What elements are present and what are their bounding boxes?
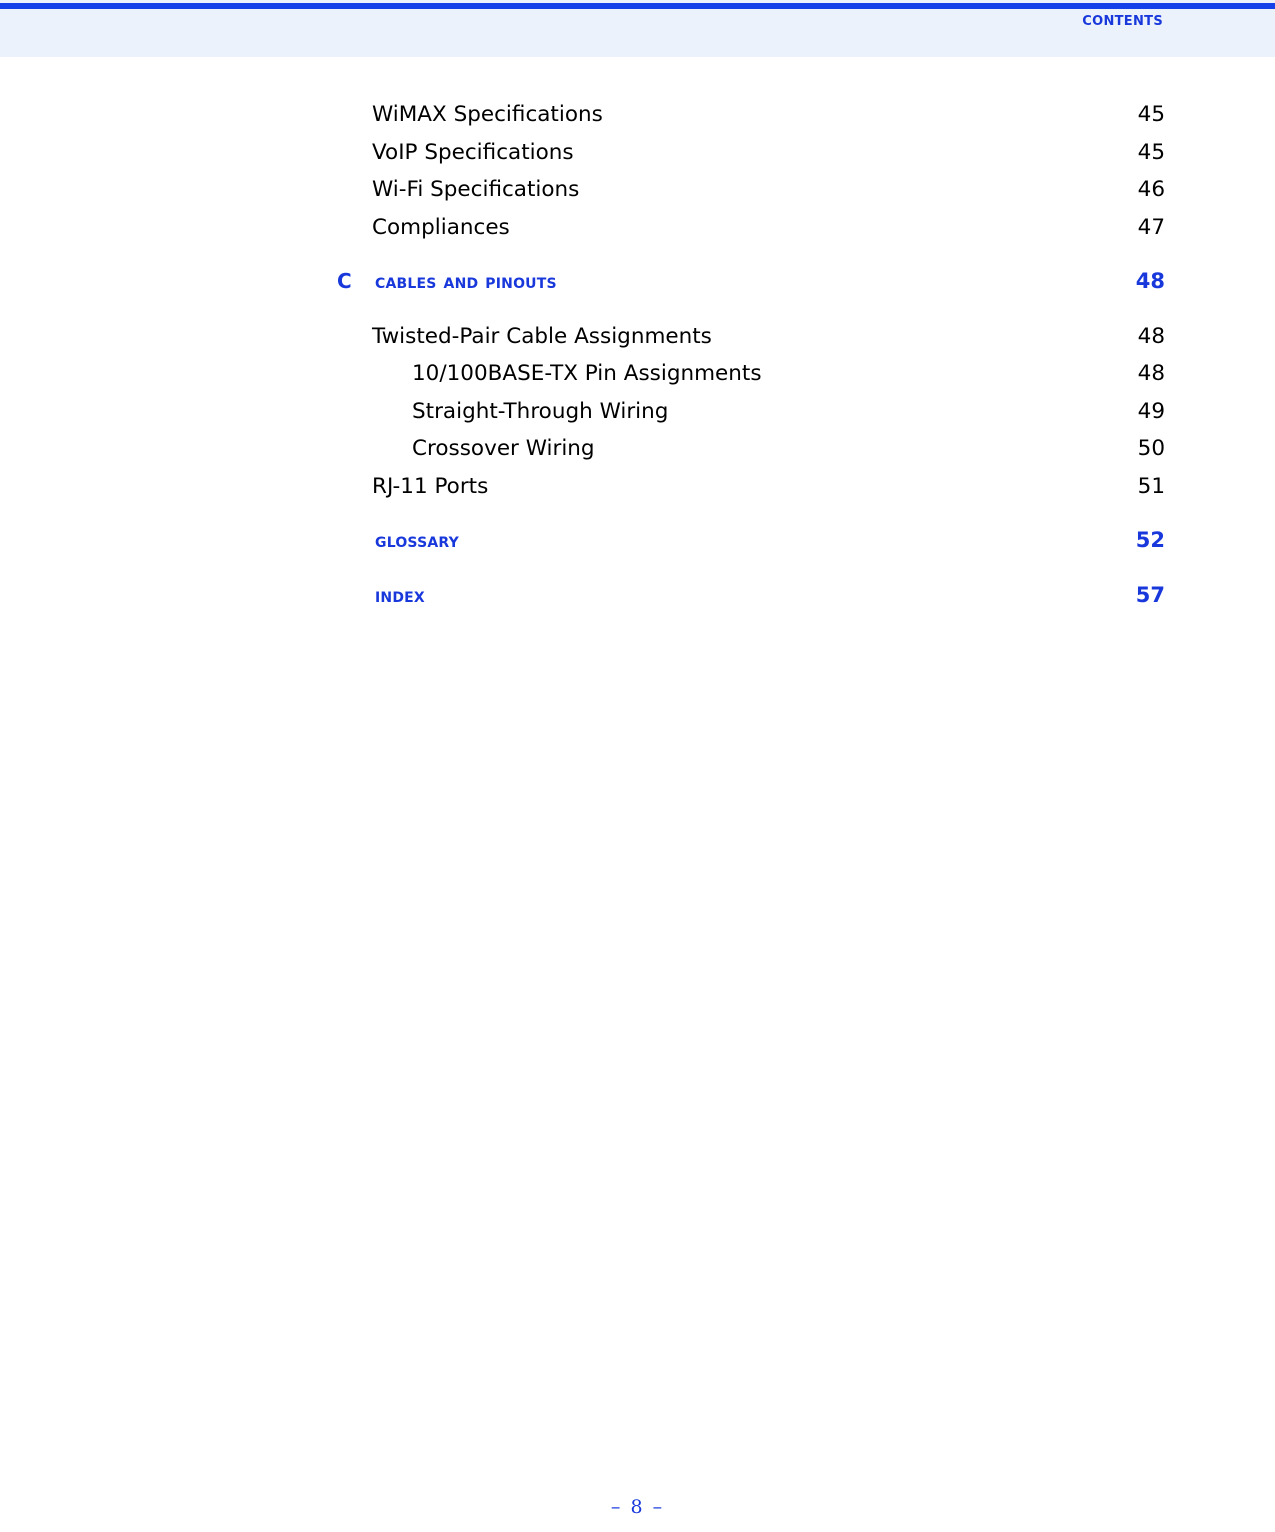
toc-entry-row[interactable]: Crossover Wiring 50 <box>330 430 1165 468</box>
toc-entry-label: VoIP Specifications <box>372 139 574 165</box>
toc-entry-row[interactable]: VoIP Specifications 45 <box>330 134 1165 172</box>
toc-entry-page-number: 48 <box>1137 323 1165 349</box>
toc-entry-page-number: 49 <box>1137 398 1165 424</box>
toc-entry-row[interactable]: Compliances 47 <box>330 209 1165 247</box>
toc-entry-row[interactable]: Wi-Fi Specifications 46 <box>330 171 1165 209</box>
toc-entry-label: Straight-Through Wiring <box>412 398 669 424</box>
toc-entry-label: WiMAX Specifications <box>372 102 603 127</box>
toc-chapter-letter: C <box>337 269 352 293</box>
toc-entry-page-number: 45 <box>1137 139 1165 165</box>
toc-entry-label: RJ-11 Ports <box>372 473 489 499</box>
page-footer: – 8 – <box>0 1496 1275 1518</box>
toc-heading-row[interactable]: Glossary 52 <box>330 522 1165 560</box>
toc-entry-label: Compliances <box>372 214 510 240</box>
toc-entry-page-number: 46 <box>1137 177 1165 202</box>
toc-entry-label: 10/100BASE-TX Pin Assignments <box>412 361 762 386</box>
toc-entry-row[interactable]: Straight-Through Wiring 49 <box>330 393 1165 431</box>
toc-entry-page-number: 45 <box>1137 102 1165 127</box>
toc-heading-row[interactable]: Index 57 <box>330 577 1165 615</box>
toc-entry-row[interactable]: 10/100BASE-TX Pin Assignments 48 <box>330 355 1165 393</box>
toc-entry-page-number: 48 <box>1135 269 1165 293</box>
toc-entry-label: Glossary <box>375 529 459 552</box>
toc-entry-row[interactable]: RJ-11 Ports 51 <box>330 468 1165 506</box>
table-of-contents: WiMAX Specifications 45 VoIP Specification… <box>330 96 1165 614</box>
toc-entry-label: Crossover Wiring <box>412 436 595 461</box>
toc-entry-page-number: 50 <box>1137 436 1165 461</box>
toc-entry-page-number: 47 <box>1137 214 1165 240</box>
page-number: – 8 – <box>610 1496 665 1518</box>
toc-entry-label: Index <box>375 583 425 607</box>
toc-entry-label: Twisted-Pair Cable Assignments <box>372 323 712 349</box>
page-title: Contents <box>1082 8 1163 30</box>
toc-entry-row[interactable]: Twisted-Pair Cable Assignments 48 <box>330 318 1165 356</box>
toc-entry-page-number: 48 <box>1137 361 1165 386</box>
toc-entry-page-number: 52 <box>1135 528 1165 552</box>
page-header: Contents <box>0 0 1275 57</box>
toc-entry-row[interactable]: WiMAX Specifications 45 <box>330 96 1165 134</box>
toc-entry-label: Wi-Fi Specifications <box>372 177 580 202</box>
toc-entry-label: Cables and Pinouts <box>375 270 557 293</box>
toc-heading-row[interactable]: C Cables and Pinouts 48 <box>330 263 1165 301</box>
toc-entry-page-number: 57 <box>1135 582 1165 607</box>
toc-entry-page-number: 51 <box>1137 473 1165 499</box>
